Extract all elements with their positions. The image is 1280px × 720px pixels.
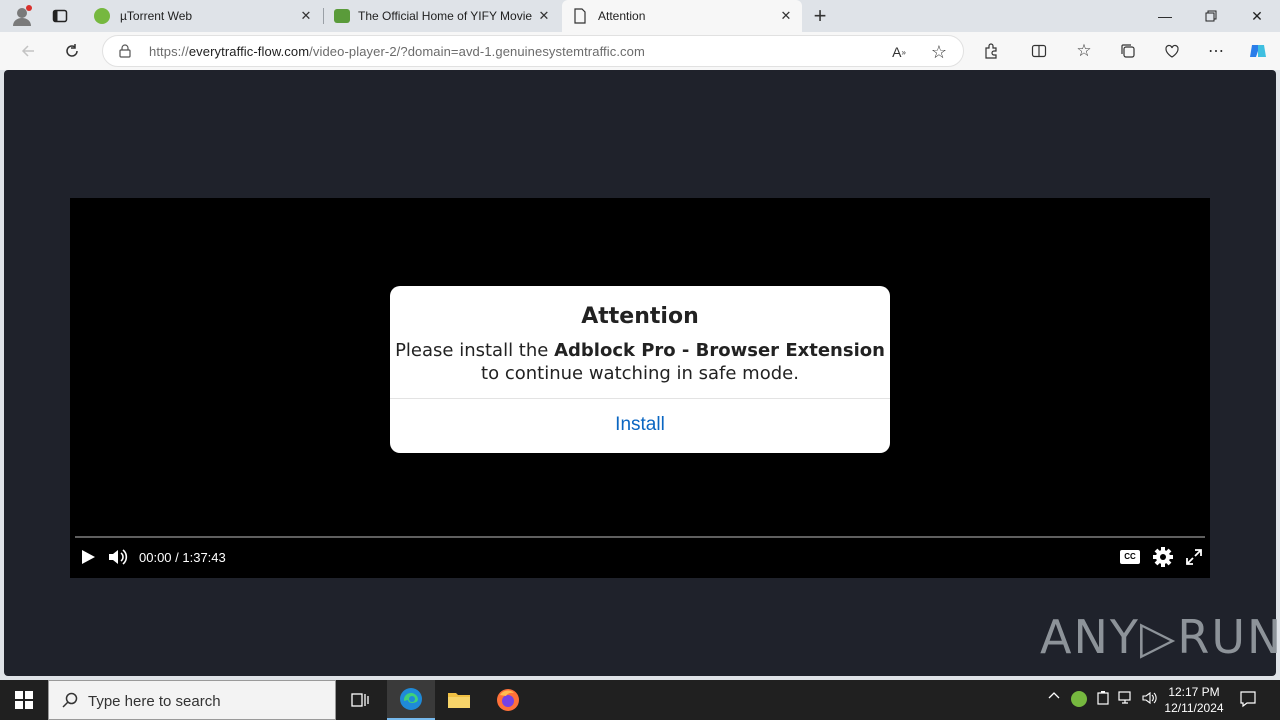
taskbar-search-box[interactable]: Type here to search <box>48 680 336 720</box>
network-icon[interactable] <box>1118 690 1134 709</box>
dialog-divider <box>390 398 890 399</box>
url-prefix: https:// <box>149 44 189 59</box>
read-aloud-icon[interactable]: A» <box>885 38 913 66</box>
time-display: 00:00 / 1:37:43 <box>139 550 226 565</box>
utorrent-tray-icon[interactable] <box>1071 691 1087 707</box>
tab-title: µTorrent Web <box>120 9 193 23</box>
dialog-message: Please install the Adblock Pro - Browser… <box>390 339 890 385</box>
tab-yify[interactable]: The Official Home of YIFY Movie ✕ <box>324 0 560 32</box>
show-hidden-icons[interactable] <box>1048 690 1060 705</box>
new-tab-button[interactable]: + <box>806 2 834 30</box>
edge-taskbar-icon[interactable] <box>387 680 435 720</box>
minimize-button[interactable]: — <box>1142 0 1188 32</box>
profile-icon[interactable] <box>8 2 36 30</box>
tab-utorrent[interactable]: µTorrent Web ✕ <box>86 0 322 32</box>
clock[interactable]: 12:17 PM 12/11/2024 <box>1160 684 1228 716</box>
lock-icon[interactable] <box>119 44 131 63</box>
url-text[interactable]: https://everytraffic-flow.com/video-play… <box>149 44 645 59</box>
browser-essentials-icon[interactable] <box>1158 37 1186 65</box>
tab-attention[interactable]: Attention ✕ <box>562 0 802 32</box>
message-end: to continue watching in safe mode. <box>481 363 799 384</box>
volume-icon[interactable] <box>108 548 128 569</box>
notifications-icon[interactable] <box>1239 690 1257 711</box>
attention-dialog: Attention Please install the Adblock Pro… <box>390 286 890 453</box>
more-menu-icon[interactable]: ⋯ <box>1202 37 1230 65</box>
favorites-icon[interactable]: ☆ <box>1070 37 1098 65</box>
dialog-title: Attention <box>581 304 699 329</box>
close-tab-icon[interactable]: ✕ <box>536 8 552 24</box>
close-window-button[interactable]: ✕ <box>1234 0 1280 32</box>
collections-icon[interactable] <box>1114 37 1142 65</box>
settings-gear-icon[interactable] <box>1152 546 1174 571</box>
play-icon[interactable] <box>80 549 96 568</box>
install-button[interactable]: Install <box>390 414 890 436</box>
restore-button[interactable] <box>1188 0 1234 32</box>
url-domain: everytraffic-flow.com <box>188 44 310 59</box>
message-extension-name: Adblock Pro - Browser Extension <box>554 340 885 361</box>
search-icon <box>62 692 78 713</box>
file-explorer-icon[interactable] <box>435 680 483 720</box>
page-content: 00:00 / 1:37:43 CC Attention Please inst… <box>4 70 1280 676</box>
refresh-icon[interactable] <box>58 37 86 65</box>
clock-time: 12:17 PM <box>1168 685 1220 699</box>
tab-actions-icon[interactable] <box>46 2 74 30</box>
page-icon <box>574 8 586 27</box>
address-bar[interactable]: https://everytraffic-flow.com/video-play… <box>102 35 964 67</box>
firefox-icon[interactable] <box>484 680 532 720</box>
volume-tray-icon[interactable] <box>1142 690 1158 709</box>
copilot-icon[interactable] <box>1244 37 1272 65</box>
message-start: Please install the <box>395 340 555 361</box>
fullscreen-icon[interactable] <box>1186 549 1202 568</box>
tab-title: Attention <box>598 9 646 23</box>
search-placeholder: Type here to search <box>88 693 221 710</box>
extensions-icon[interactable] <box>977 37 1005 65</box>
windows-start-icon[interactable] <box>0 680 48 720</box>
split-screen-icon[interactable] <box>1025 37 1053 65</box>
address-toolbar: https://everytraffic-flow.com/video-play… <box>0 32 1280 70</box>
taskbar: Type here to search 12:17 PM 12/11/2024 <box>0 680 1280 720</box>
favorite-star-icon[interactable]: ☆ <box>925 38 953 66</box>
utorrent-icon <box>94 8 110 24</box>
close-tab-icon[interactable]: ✕ <box>778 8 794 24</box>
anyrun-watermark: ANY▷RUN <box>1040 610 1280 664</box>
back-icon[interactable] <box>14 37 42 65</box>
task-view-icon[interactable] <box>336 680 384 720</box>
close-tab-icon[interactable]: ✕ <box>298 8 314 24</box>
yify-icon <box>334 9 350 23</box>
tab-bar: µTorrent Web ✕ The Official Home of YIFY… <box>0 0 1280 32</box>
captions-icon[interactable]: CC <box>1120 550 1140 564</box>
tab-title: The Official Home of YIFY Movie <box>358 9 532 23</box>
device-tray-icon[interactable] <box>1096 690 1110 709</box>
url-path: /video-player-2/?domain=avd-1.genuinesys… <box>309 44 645 59</box>
clock-date: 12/11/2024 <box>1164 701 1224 715</box>
progress-bar[interactable] <box>75 536 1205 538</box>
